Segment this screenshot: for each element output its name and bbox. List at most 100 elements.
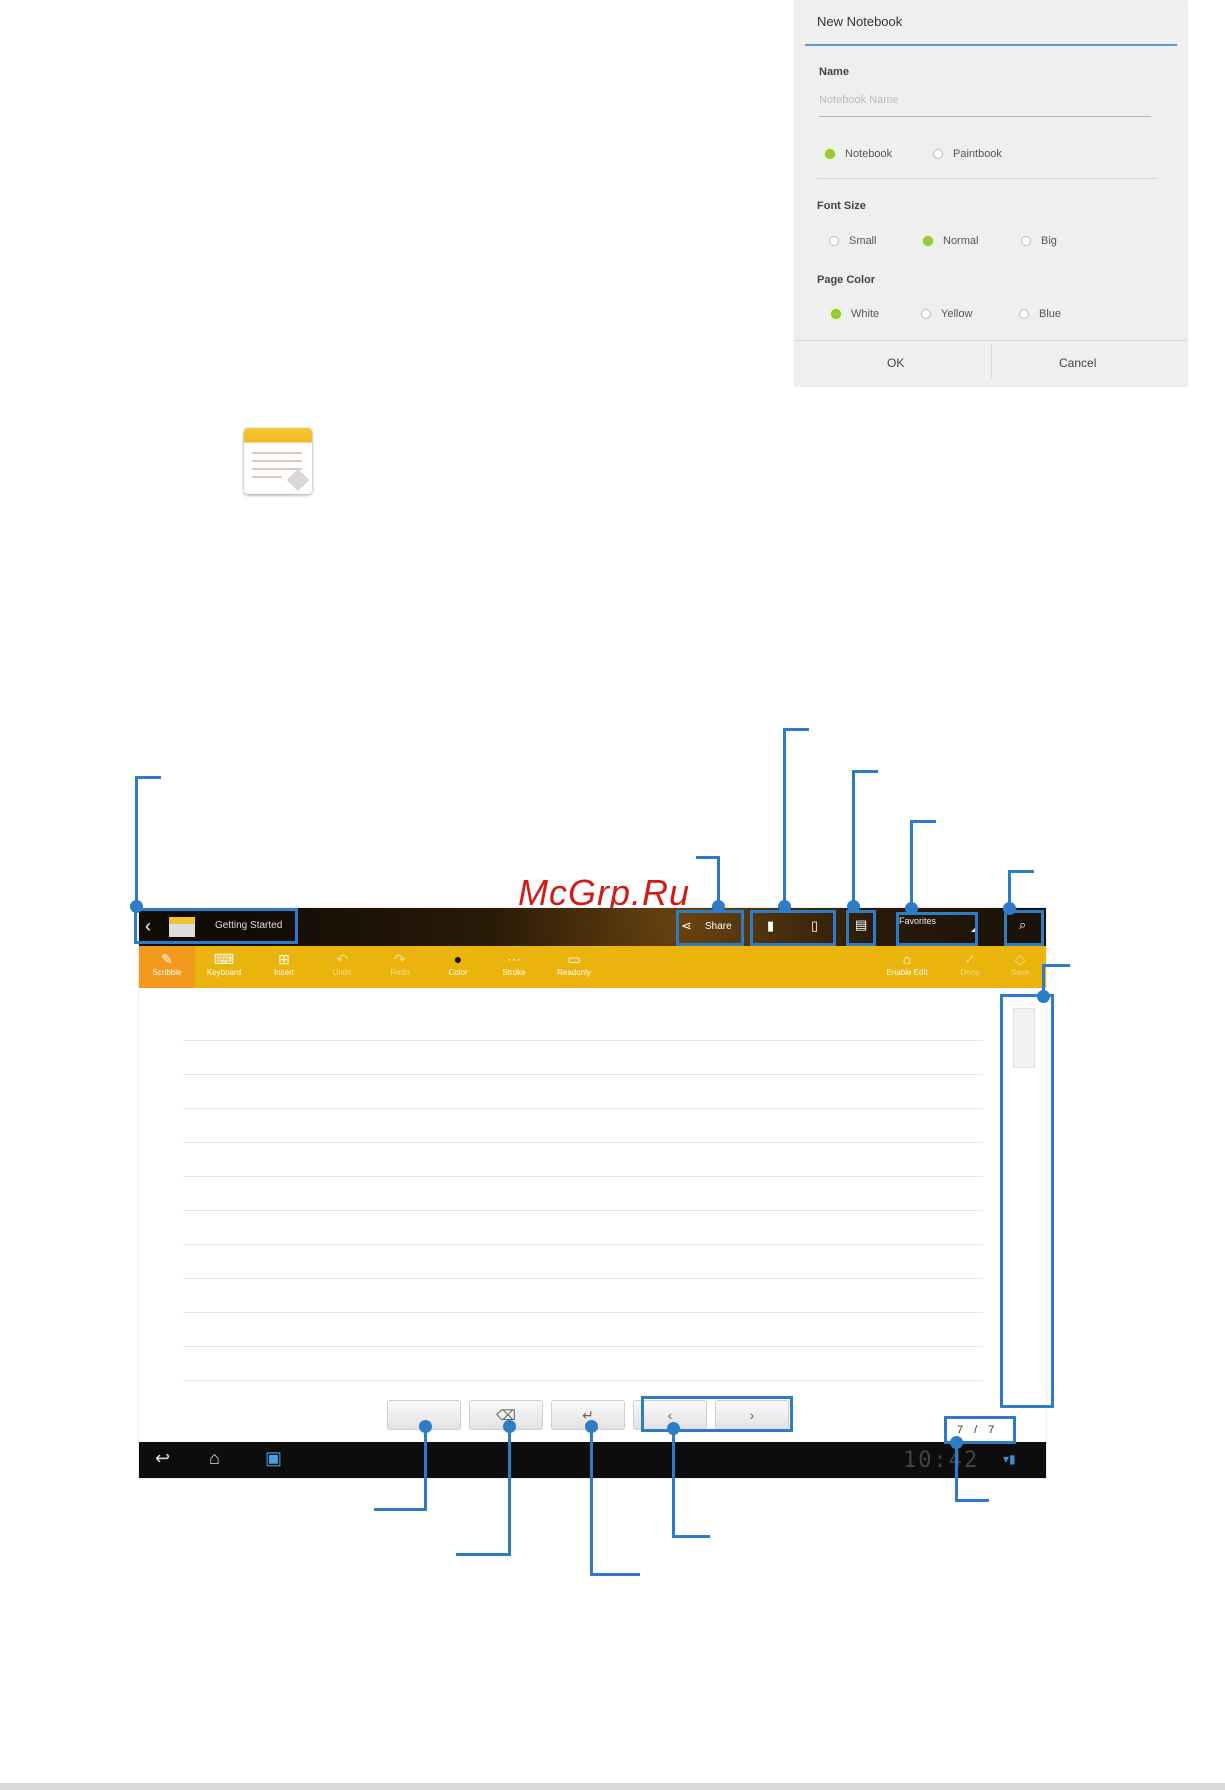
page-color-white-radio[interactable]: White [831,308,879,320]
callout-line [1008,870,1034,873]
callout-line [910,820,913,912]
ruled-line [183,1108,983,1109]
tool-label: Readonly [557,968,591,977]
app-icon-line [252,452,302,454]
notebook-app-icon [244,428,312,494]
stroke-icon: ⋯ [507,951,521,967]
ruled-line [183,1346,983,1347]
page-color-white-label: White [851,308,880,320]
callout-line [955,1499,989,1502]
cancel-button[interactable]: Cancel [1059,356,1096,370]
callout-line [374,1508,427,1511]
tablet-screen: ‹ Getting Started ⋖ Share ▮ ▯ ▤ Favorite… [139,908,1046,1478]
font-size-big-label: Big [1041,235,1057,247]
callout-line [783,728,786,910]
tool-save[interactable]: ◇ Save [995,950,1045,984]
keyboard-icon: ⌨ [213,951,235,967]
back-nav-icon[interactable]: ↩ [155,1448,170,1469]
radio-unselected-icon [921,309,931,319]
callout-dot [419,1420,432,1433]
done-icon: ✓ [964,951,976,967]
tool-stroke[interactable]: ⋯ Stroke [489,950,539,984]
font-size-normal-radio[interactable]: Normal [923,235,978,247]
tool-label: Enable Edit [886,968,928,977]
edit-toolbar: ✎ Scribble ⌨ Keyboard ⊞ Insert ↶ Undo ↷ Redo … [139,946,1046,988]
tool-label: Undo [332,968,352,977]
callout-box-search [1004,910,1044,946]
new-notebook-dialog: New Notebook Name Notebook Name Notebook… [795,0,1187,386]
radio-selected-icon [831,309,841,319]
notebook-name-input[interactable]: Notebook Name [819,94,1151,117]
home-nav-icon[interactable]: ⌂ [209,1448,220,1469]
callout-dot [905,902,918,915]
button-separator [991,344,992,378]
callout-line [590,1428,593,1576]
tool-insert[interactable]: ⊞ Insert [259,950,309,984]
edit-lock-icon: ⌂ [902,951,912,967]
callout-dot [130,900,143,913]
font-size-small-label: Small [849,235,877,247]
dialog-title-divider [805,44,1177,46]
callout-box-page-list [846,910,876,946]
redo-icon: ↷ [394,951,406,967]
app-icon-line [252,468,302,470]
page-color-yellow-radio[interactable]: Yellow [921,308,972,320]
name-label: Name [819,66,849,78]
tool-label: Save [1010,968,1030,977]
ruled-line [183,1176,983,1177]
font-size-small-radio[interactable]: Small [829,235,877,247]
page-color-blue-radio[interactable]: Blue [1019,308,1061,320]
ok-button[interactable]: OK [887,356,904,370]
ruled-line [183,1142,983,1143]
font-size-normal-label: Normal [943,235,979,247]
dialog-title: New Notebook [817,14,903,29]
tool-label: Stroke [502,968,526,977]
tool-label: Color [448,968,468,977]
tool-done[interactable]: ✓ Done [945,950,995,984]
type-notebook-label: Notebook [845,148,893,160]
tool-label: Keyboard [206,968,242,977]
radio-selected-icon [923,236,933,246]
save-icon: ◇ [1014,951,1026,967]
insert-icon: ⊞ [278,951,290,967]
radio-unselected-icon [829,236,839,246]
tool-label: Insert [273,968,294,977]
callout-dot [778,900,791,913]
ruled-line [183,1278,983,1279]
callout-line [783,728,809,731]
readonly-icon: ▭ [567,951,581,967]
callout-box-share [676,910,744,946]
undo-icon: ↶ [336,951,348,967]
callout-box-pages [750,910,836,946]
font-size-big-radio[interactable]: Big [1021,235,1057,247]
tool-readonly[interactable]: ▭ Readonly [549,950,599,984]
recent-apps-icon[interactable]: ▣ [265,1448,282,1469]
radio-unselected-icon [1019,309,1029,319]
callout-box-scrollbar [1000,994,1054,1408]
tool-enable-edit[interactable]: ⌂ Enable Edit [875,950,939,984]
tool-keyboard[interactable]: ⌨ Keyboard [199,950,249,984]
callout-dot [950,1436,963,1449]
ruled-line [183,1380,983,1381]
tool-redo[interactable]: ↷ Redo [375,950,425,984]
radio-selected-icon [825,149,835,159]
callout-dot [1003,902,1016,915]
tool-undo[interactable]: ↶ Undo [317,950,367,984]
ruled-line [183,1210,983,1211]
callout-dot [712,900,725,913]
tool-label: Redo [390,968,410,977]
callout-line [852,770,855,910]
radio-unselected-icon [1021,236,1031,246]
type-notebook-radio[interactable]: Notebook [825,148,892,160]
callout-line [135,776,138,906]
type-paintbook-radio[interactable]: Paintbook [933,148,1002,160]
callout-line [456,1553,511,1556]
callout-box-page-nav [641,1396,793,1432]
tool-scribble[interactable]: ✎ Scribble [142,950,192,984]
ruled-line [183,1312,983,1313]
ruled-line [183,1244,983,1245]
callout-box-favorites [896,912,978,946]
callout-dot [503,1420,516,1433]
tool-color[interactable]: ● Color [433,950,483,984]
tool-label: Done [960,968,980,977]
